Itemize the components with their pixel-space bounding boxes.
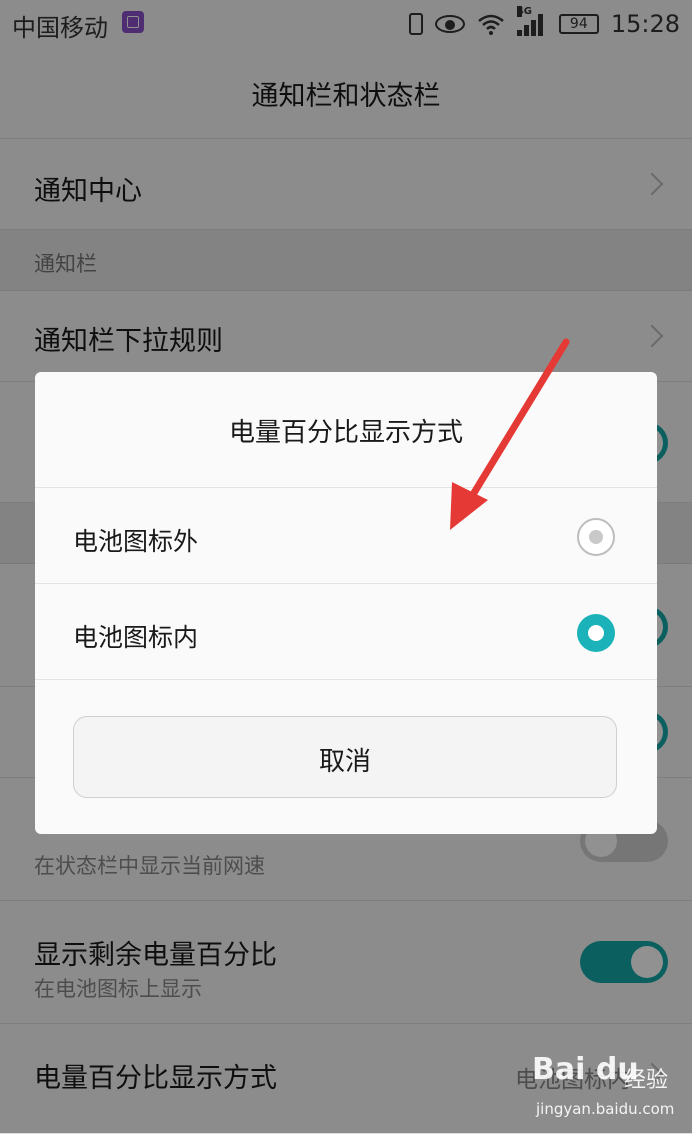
watermark-url: jingyan.baidu.com (536, 1100, 675, 1118)
baidu-logo: Bai du (532, 1052, 639, 1087)
annotation-arrow-icon (450, 338, 570, 530)
watermark-text: 经验 (624, 1068, 669, 1093)
baidu-watermark: Bai du 经验 jingyan.baidu.com (532, 1042, 682, 1122)
